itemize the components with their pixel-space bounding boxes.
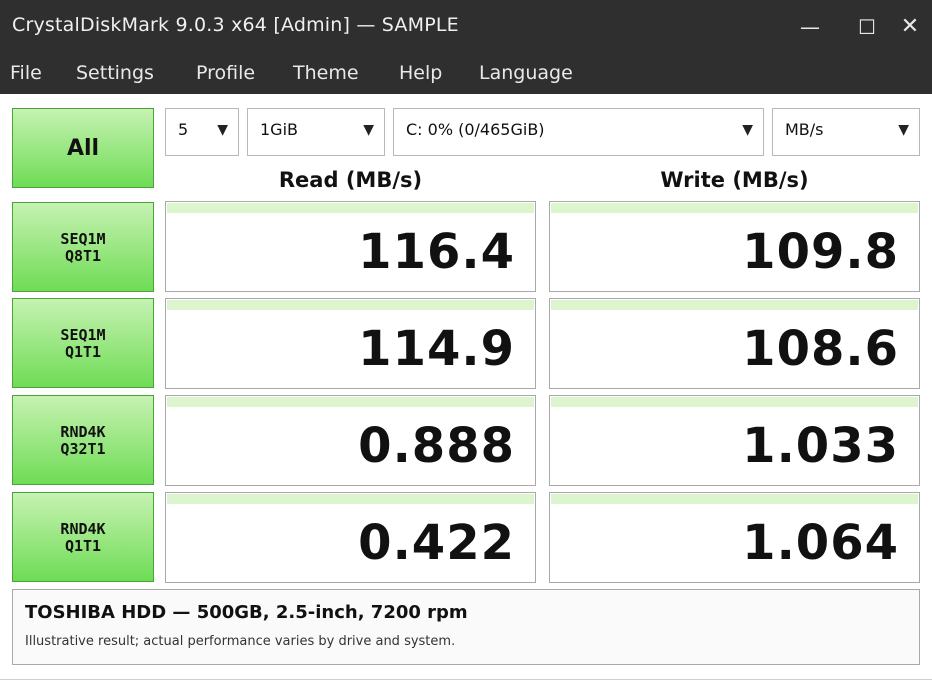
test-name-line1: RND4K <box>60 423 106 441</box>
read-value: 0.422 <box>358 515 515 571</box>
drive-name: TOSHIBA HDD — 500GB, 2.5-inch, 7200 rpm <box>25 602 468 623</box>
read-result-cell: 0.888 <box>165 395 536 486</box>
menu-settings[interactable]: Settings <box>76 62 154 84</box>
write-value: 1.064 <box>742 515 899 571</box>
drive-value: C: 0% (0/465GiB) <box>406 120 545 139</box>
read-column-header: Read (MB/s) <box>278 168 423 192</box>
result-bar <box>551 397 918 407</box>
result-bar <box>167 397 534 407</box>
result-bar <box>551 300 918 310</box>
write-result-cell: 109.8 <box>549 201 920 292</box>
read-value: 114.9 <box>358 321 515 377</box>
test-name-line2: Q32T1 <box>60 440 106 458</box>
disclaimer-note: Illustrative result; actual performance … <box>25 634 456 649</box>
result-bar <box>167 203 534 213</box>
unit-value: MB/s <box>785 120 824 139</box>
read-value: 0.888 <box>358 418 515 474</box>
write-value: 109.8 <box>742 224 899 280</box>
chevron-down-icon: ▼ <box>363 122 374 138</box>
chevron-down-icon: ▼ <box>742 122 753 138</box>
test-button-seq1m-q8t1[interactable]: SEQ1M Q8T1 <box>12 202 154 292</box>
menu-profile[interactable]: Profile <box>196 62 255 84</box>
status-strip <box>0 679 932 699</box>
write-result-cell: 1.033 <box>549 395 920 486</box>
menu-theme[interactable]: Theme <box>293 62 359 84</box>
close-icon[interactable]: ✕ <box>890 8 930 46</box>
all-button[interactable]: All <box>12 108 154 188</box>
test-name-line1: SEQ1M <box>60 326 106 344</box>
write-result-cell: 1.064 <box>549 492 920 583</box>
read-result-cell: 0.422 <box>165 492 536 583</box>
test-button-rnd4k-q32t1[interactable]: RND4K Q32T1 <box>12 395 154 485</box>
chevron-down-icon: ▼ <box>217 122 228 138</box>
minimize-icon[interactable]: — <box>790 8 830 46</box>
test-name-line2: Q1T1 <box>64 537 102 555</box>
write-value: 108.6 <box>742 321 899 377</box>
result-bar <box>167 494 534 504</box>
test-name-line1: SEQ1M <box>60 230 106 248</box>
test-count-select[interactable]: 5 ▼ <box>165 108 239 156</box>
unit-select[interactable]: MB/s ▼ <box>772 108 920 156</box>
write-result-cell: 108.6 <box>549 298 920 389</box>
window-title: CrystalDiskMark 9.0.3 x64 [Admin] — SAMP… <box>12 14 459 36</box>
read-value: 116.4 <box>358 224 515 280</box>
menu-language[interactable]: Language <box>479 62 573 84</box>
drive-info-panel: TOSHIBA HDD — 500GB, 2.5-inch, 7200 rpm … <box>12 589 920 665</box>
result-bar <box>551 203 918 213</box>
test-count-value: 5 <box>178 120 189 139</box>
chevron-down-icon: ▼ <box>898 122 909 138</box>
drive-select[interactable]: C: 0% (0/465GiB) ▼ <box>393 108 764 156</box>
write-value: 1.033 <box>742 418 899 474</box>
menu-help[interactable]: Help <box>399 62 442 84</box>
maximize-icon[interactable]: ☐ <box>847 8 887 46</box>
result-bar <box>551 494 918 504</box>
test-size-select[interactable]: 1GiB ▼ <box>247 108 385 156</box>
menu-bar: File Settings Profile Theme Help Languag… <box>0 54 932 94</box>
test-button-seq1m-q1t1[interactable]: SEQ1M Q1T1 <box>12 298 154 388</box>
read-result-cell: 114.9 <box>165 298 536 389</box>
write-column-header: Write (MB/s) <box>660 168 809 192</box>
menu-file[interactable]: File <box>10 62 42 84</box>
test-button-rnd4k-q1t1[interactable]: RND4K Q1T1 <box>12 492 154 582</box>
test-size-value: 1GiB <box>260 120 298 139</box>
test-name-line2: Q1T1 <box>64 343 102 361</box>
title-bar: CrystalDiskMark 9.0.3 x64 [Admin] — SAMP… <box>0 0 932 54</box>
read-result-cell: 116.4 <box>165 201 536 292</box>
test-name-line1: RND4K <box>60 520 106 538</box>
result-bar <box>167 300 534 310</box>
test-name-line2: Q8T1 <box>64 247 102 265</box>
